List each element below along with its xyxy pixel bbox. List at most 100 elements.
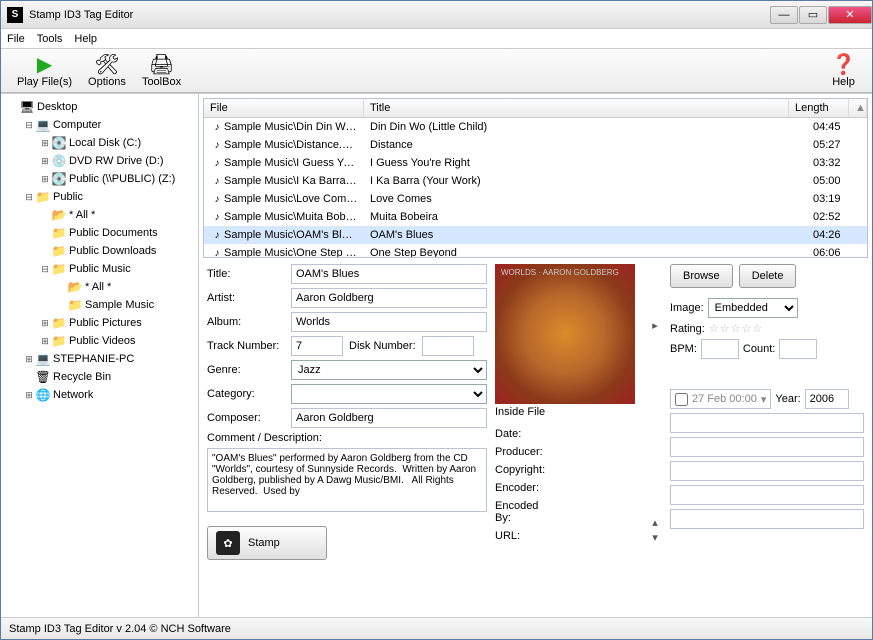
music-icon: ♪ <box>210 176 224 187</box>
tree-expand-icon[interactable]: ⊞ <box>39 318 51 329</box>
date-enable-checkbox[interactable] <box>675 393 688 406</box>
close-button[interactable]: ✕ <box>828 6 872 24</box>
tree-node[interactable]: 📁Sample Music <box>3 296 196 314</box>
column-title[interactable]: Title <box>364 99 789 117</box>
minimize-button[interactable]: — <box>770 6 798 24</box>
tree-node[interactable]: ⊞📁Public Pictures <box>3 314 196 332</box>
disk-input[interactable] <box>422 336 474 356</box>
artist-input[interactable] <box>291 288 487 308</box>
label-inside-file: Inside File <box>495 406 640 418</box>
date-input[interactable]: 27 Feb 00:00▾ <box>670 389 771 409</box>
toolbox-button[interactable]: 🖨 ToolBox <box>134 52 189 90</box>
tree-node[interactable]: ⊞💽Public (\\PUBLIC) (Z:) <box>3 170 196 188</box>
file-row[interactable]: ♪Sample Music\One Step B...One Step Beyo… <box>204 244 867 257</box>
play-files-button[interactable]: ▶ Play File(s) <box>9 52 80 90</box>
options-button[interactable]: 🛠 Options <box>80 52 134 90</box>
comment-textarea[interactable]: "OAM's Blues" performed by Aaron Goldber… <box>207 448 487 512</box>
titlebar[interactable]: S Stamp ID3 Tag Editor — ▭ ✕ <box>1 1 872 29</box>
folder-icon: 📁 <box>51 316 67 330</box>
delete-button[interactable]: Delete <box>739 264 797 288</box>
chevron-down-icon[interactable]: ▾ <box>761 393 767 406</box>
browse-button[interactable]: Browse <box>670 264 733 288</box>
file-row[interactable]: ♪Sample Music\Muita Bobei...Muita Bobeir… <box>204 208 867 226</box>
tree-expand-icon[interactable]: ⊞ <box>39 156 51 167</box>
file-list-body[interactable]: ♪Sample Music\Din Din Wo (Li...Din Din W… <box>204 118 867 257</box>
tree-node[interactable]: ⊞💿DVD RW Drive (D:) <box>3 152 196 170</box>
producer-input[interactable] <box>670 413 864 433</box>
tree-node[interactable]: ⊟📁Public Music <box>3 260 196 278</box>
label-composer: Composer: <box>207 412 285 424</box>
status-bar: Stamp ID3 Tag Editor v 2.04 © NCH Softwa… <box>1 617 872 639</box>
encodedby-input[interactable] <box>670 485 864 505</box>
tree-node[interactable]: ⊞💽Local Disk (C:) <box>3 134 196 152</box>
tree-node[interactable]: 🗑Recycle Bin <box>3 368 196 386</box>
album-art[interactable]: WORLDS · AARON GOLDBERG <box>495 264 635 404</box>
tree-label: * All * <box>85 281 111 293</box>
tree-expand-icon[interactable]: ⊞ <box>39 336 51 347</box>
folder-icon: 💿 <box>51 154 67 168</box>
menu-file[interactable]: File <box>7 33 25 45</box>
album-input[interactable] <box>291 312 487 332</box>
column-length[interactable]: Length <box>789 99 849 117</box>
tree-node[interactable]: 📁Public Documents <box>3 224 196 242</box>
window-title: Stamp ID3 Tag Editor <box>29 9 769 21</box>
count-input[interactable] <box>779 339 817 359</box>
music-icon: ♪ <box>210 230 224 241</box>
tree-expand-icon[interactable]: ⊞ <box>23 390 35 401</box>
music-icon: ♪ <box>210 158 224 169</box>
tree-node[interactable]: ⊟💻Computer <box>3 116 196 134</box>
tree-node[interactable]: ⊞📁Public Videos <box>3 332 196 350</box>
file-row[interactable]: ♪Sample Music\OAM's Blue...OAM's Blues04… <box>204 226 867 244</box>
status-text: Stamp ID3 Tag Editor v 2.04 © NCH Softwa… <box>9 623 231 635</box>
help-button[interactable]: ❓ Help <box>823 52 864 90</box>
tree-expand-icon[interactable]: ⊟ <box>23 192 35 203</box>
rating-stars[interactable]: ☆☆☆☆☆ <box>709 322 763 335</box>
tree-expand-icon[interactable]: ⊞ <box>39 174 51 185</box>
wrench-icon: 🛠 <box>94 54 119 76</box>
menu-tools[interactable]: Tools <box>37 33 63 45</box>
bpm-input[interactable] <box>701 339 739 359</box>
tree-node[interactable]: 📂* All * <box>3 278 196 296</box>
scroll-up-icon[interactable]: ▲ <box>849 99 867 117</box>
url-input[interactable] <box>670 509 864 529</box>
label-bpm: BPM: <box>670 343 697 355</box>
tree-label: Network <box>53 389 93 401</box>
comment-up-icon[interactable]: ▴ <box>648 516 662 529</box>
tree-expand-icon[interactable]: ⊟ <box>23 120 35 131</box>
tree-expand-icon[interactable]: ⊞ <box>39 138 51 149</box>
folder-icon: 💽 <box>51 136 67 150</box>
column-file[interactable]: File <box>204 99 364 117</box>
category-select[interactable] <box>291 384 487 404</box>
track-input[interactable] <box>291 336 343 356</box>
tree-expand-icon[interactable]: ⊞ <box>23 354 35 365</box>
title-input[interactable] <box>291 264 487 284</box>
composer-input[interactable] <box>291 408 487 428</box>
tree-node[interactable]: ⊞🌐Network <box>3 386 196 404</box>
file-row[interactable]: ♪Sample Music\I Ka Barra (...I Ka Barra … <box>204 172 867 190</box>
stamp-button[interactable]: ✿ Stamp <box>207 526 327 560</box>
file-row[interactable]: ♪Sample Music\Love Come...Love Comes03:1… <box>204 190 867 208</box>
file-row[interactable]: ♪Sample Music\I Guess Yo...I Guess You'r… <box>204 154 867 172</box>
copyright-input[interactable] <box>670 437 864 457</box>
folder-tree[interactable]: 🖥Desktop⊟💻Computer⊞💽Local Disk (C:)⊞💿DVD… <box>1 94 199 617</box>
maximize-button[interactable]: ▭ <box>799 6 827 24</box>
tree-node[interactable]: 🖥Desktop <box>3 98 196 116</box>
tree-node[interactable]: 📁Public Downloads <box>3 242 196 260</box>
art-next-icon[interactable]: ▸ <box>648 319 662 332</box>
encoder-input[interactable] <box>670 461 864 481</box>
folder-icon: 📁 <box>51 244 67 258</box>
image-mode-select[interactable]: Embedded <box>708 298 798 318</box>
tree-node[interactable]: ⊟📁Public <box>3 188 196 206</box>
menu-help[interactable]: Help <box>74 33 97 45</box>
folder-icon: 📁 <box>51 226 67 240</box>
tree-node[interactable]: ⊞💻STEPHANIE-PC <box>3 350 196 368</box>
tree-expand-icon[interactable]: ⊟ <box>39 264 51 275</box>
comment-down-icon[interactable]: ▾ <box>648 531 662 544</box>
year-input[interactable] <box>805 389 849 409</box>
tree-node[interactable]: 📂* All * <box>3 206 196 224</box>
genre-select[interactable]: Jazz <box>291 360 487 380</box>
file-row[interactable]: ♪Sample Music\Distance.wmaDistance05:27 <box>204 136 867 154</box>
file-row[interactable]: ♪Sample Music\Din Din Wo (Li...Din Din W… <box>204 118 867 136</box>
folder-icon: 💻 <box>35 118 51 132</box>
help-icon: ❓ <box>831 54 856 76</box>
